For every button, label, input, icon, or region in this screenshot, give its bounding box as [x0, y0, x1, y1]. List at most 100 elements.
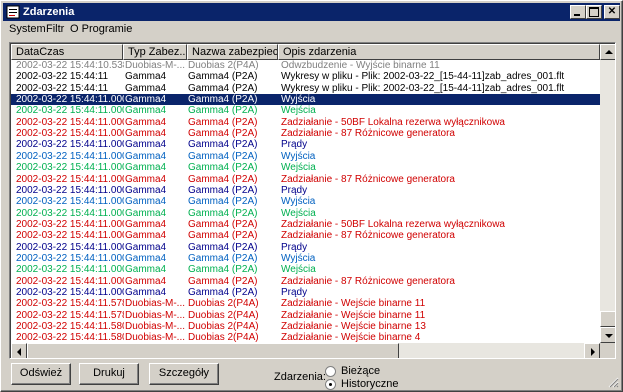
radio-historical-label[interactable]: Historyczne [341, 378, 398, 390]
cell-datetime: 2002-03-22 15:44:11 [16, 71, 109, 83]
menu-system[interactable]: System [9, 23, 46, 35]
cell-datetime: 2002-03-22 15:44:11.000 [16, 252, 124, 264]
cell-type: Gamma4 [125, 173, 167, 185]
table-row[interactable]: 2002-03-22 15:44:11.578 Duobias-M-... Duob… [11, 310, 600, 321]
table-row[interactable]: 2002-03-22 15:44:11.000 Gamma4 Gamma4 (P2A… [11, 242, 600, 253]
title-bar[interactable]: Zdarzenia ✕ [3, 3, 620, 21]
close-button[interactable]: ✕ [604, 5, 620, 19]
cell-description: Wejścia [281, 162, 316, 174]
cell-type: Gamma4 [125, 184, 167, 196]
column-header-description[interactable]: Opis zdarzenia [278, 44, 600, 60]
scroll-down-button[interactable] [600, 327, 615, 343]
table-row[interactable]: 2002-03-22 15:44:11.000 Gamma4 Gamma4 (P2A… [11, 230, 600, 241]
cell-name: Gamma4 (P2A) [188, 230, 258, 242]
scroll-left-button[interactable] [11, 343, 27, 358]
radio-current[interactable] [325, 366, 336, 377]
table-row[interactable]: 2002-03-22 15:44:11.000 Gamma4 Gamma4 (P2A… [11, 139, 600, 150]
minimize-button[interactable] [570, 5, 586, 19]
table-row[interactable]: 2002-03-22 15:44:11.000 Gamma4 Gamma4 (P2A… [11, 94, 600, 106]
table-row[interactable]: 2002-03-22 15:44:11.000 Gamma4 Gamma4 (P2A… [11, 219, 600, 230]
table-row[interactable]: 2002-03-22 15:44:11.580 Duobias-M-... Duob… [11, 321, 600, 332]
table-row[interactable]: 2002-03-22 15:44:11.580 Duobias-M-... Duob… [11, 332, 600, 343]
cell-name: Gamma4 (P2A) [188, 162, 258, 174]
cell-name: Gamma4 (P2A) [188, 128, 258, 140]
print-button[interactable]: Drukuj [79, 363, 139, 385]
cell-datetime: 2002-03-22 15:44:11.000 [16, 139, 124, 151]
scroll-thumb[interactable] [600, 311, 615, 327]
cell-type: Gamma4 [125, 230, 167, 242]
scroll-right-button[interactable] [584, 343, 600, 358]
table-row[interactable]: 2002-03-22 15:44:11.000 Gamma4 Gamma4 (P2A… [11, 208, 600, 219]
cell-type: Gamma4 [125, 264, 167, 276]
cell-name: Gamma4 (P2A) [188, 252, 258, 264]
table-row[interactable]: 2002-03-22 15:44:11 Gamma4 Gamma4 (P2A) Wyk… [11, 83, 600, 94]
cell-description: Zadziałanie - 87 Różnicowe generatora [281, 173, 455, 185]
table-row[interactable]: 2002-03-22 15:44:11.000 Gamma4 Gamma4 (P2A… [11, 151, 600, 162]
cell-description: Zadziałanie - Wejście binarne 13 [281, 321, 426, 333]
radio-historical[interactable] [325, 379, 336, 390]
cell-type: Gamma4 [125, 207, 167, 219]
details-button[interactable]: Szczegóły [149, 363, 219, 385]
events-list[interactable]: DataCzas Typ Zabez... Nazwa zabezpiecz..… [9, 42, 616, 359]
table-row[interactable]: 2002-03-22 15:44:11 Gamma4 Gamma4 (P2A) Wyk… [11, 71, 600, 82]
table-row[interactable]: 2002-03-22 15:44:11.000 Gamma4 Gamma4 (P2A… [11, 117, 600, 128]
vertical-scrollbar[interactable] [600, 44, 615, 343]
resize-grip-icon[interactable] [608, 377, 619, 388]
table-row[interactable]: 2002-03-22 15:44:11.000 Gamma4 Gamma4 (P2A… [11, 264, 600, 275]
horizontal-scroll-thumb[interactable] [27, 343, 399, 358]
column-header-datetime[interactable]: DataCzas [11, 44, 123, 60]
cell-type: Gamma4 [125, 150, 167, 162]
menu-filter[interactable]: Filtr [46, 23, 64, 35]
cell-type: Gamma4 [125, 218, 167, 230]
cell-datetime: 2002-03-22 15:44:11.000 [16, 116, 124, 128]
cell-description: Wyjścia [281, 252, 316, 264]
cell-name: Duobias 2(P4A) [188, 60, 259, 71]
cell-type: Gamma4 [125, 128, 167, 140]
cell-type: Gamma4 [125, 105, 167, 117]
cell-name: Duobias 2(P4A) [188, 332, 259, 343]
refresh-button[interactable]: Odśwież [11, 363, 71, 385]
cell-name: Gamma4 (P2A) [188, 218, 258, 230]
cell-type: Gamma4 [125, 196, 167, 208]
table-row[interactable]: 2002-03-22 15:44:11.000 Gamma4 Gamma4 (P2A… [11, 287, 600, 298]
radio-current-label[interactable]: Bieżące [341, 365, 380, 377]
arrow-left-icon [17, 348, 21, 356]
table-row[interactable]: 2002-03-22 15:44:11.578 Duobias-M-... Duob… [11, 298, 600, 309]
cell-datetime: 2002-03-22 15:44:11.000 [16, 196, 124, 208]
table-row[interactable]: 2002-03-22 15:44:11.000 Gamma4 Gamma4 (P2A… [11, 174, 600, 185]
maximize-icon [589, 7, 599, 17]
horizontal-scrollbar[interactable] [11, 343, 600, 358]
table-row[interactable]: 2002-03-22 15:44:11.000 Gamma4 Gamma4 (P2A… [11, 185, 600, 196]
cell-description: Zadziałanie - 87 Różnicowe generatora [281, 230, 455, 242]
table-row[interactable]: 2002-03-22 15:44:11.000 Gamma4 Gamma4 (P2A… [11, 253, 600, 264]
cell-datetime: 2002-03-22 15:44:11.000 [16, 218, 124, 230]
cell-description: Zadziałanie - 87 Różnicowe generatora [281, 128, 455, 140]
cell-name: Gamma4 (P2A) [188, 116, 258, 128]
cell-datetime: 2002-03-22 15:44:11.000 [16, 173, 124, 185]
scroll-up-button[interactable] [600, 44, 615, 60]
table-row[interactable]: 2002-03-22 15:44:11.000 Gamma4 Gamma4 (P2A… [11, 162, 600, 173]
table-row[interactable]: 2002-03-22 15:44:10.538 Duobias-M-... Duob… [11, 60, 600, 71]
cell-name: Duobias 2(P4A) [188, 309, 259, 321]
column-header-name[interactable]: Nazwa zabezpiecz... [187, 44, 278, 60]
cell-type: Gamma4 [125, 275, 167, 287]
cell-type: Gamma4 [125, 82, 167, 94]
cell-datetime: 2002-03-22 15:44:11.000 [16, 241, 124, 253]
table-row[interactable]: 2002-03-22 15:44:11.000 Gamma4 Gamma4 (P2A… [11, 196, 600, 207]
cell-datetime: 2002-03-22 15:44:11.000 [16, 287, 124, 298]
cell-datetime: 2002-03-22 15:44:11.000 [16, 275, 124, 287]
menu-about[interactable]: O Programie [70, 23, 132, 35]
cell-datetime: 2002-03-22 15:44:11.000 [16, 207, 124, 219]
cell-datetime: 2002-03-22 15:44:11.000 [16, 94, 124, 106]
column-header-type[interactable]: Typ Zabez... [123, 44, 187, 60]
table-row[interactable]: 2002-03-22 15:44:11.000 Gamma4 Gamma4 (P2A… [11, 276, 600, 287]
cell-name: Gamma4 (P2A) [188, 173, 258, 185]
table-row[interactable]: 2002-03-22 15:44:11.000 Gamma4 Gamma4 (P2A… [11, 128, 600, 139]
events-window: Zdarzenia ✕ System Filtr O Programie Dat… [0, 0, 623, 392]
cell-datetime: 2002-03-22 15:44:11 [16, 82, 109, 94]
table-row[interactable]: 2002-03-22 15:44:11.000 Gamma4 Gamma4 (P2A… [11, 105, 600, 116]
cell-type: Gamma4 [125, 116, 167, 128]
maximize-button[interactable] [586, 5, 602, 19]
cell-type: Gamma4 [125, 287, 167, 298]
cell-description: Wejścia [281, 105, 316, 117]
